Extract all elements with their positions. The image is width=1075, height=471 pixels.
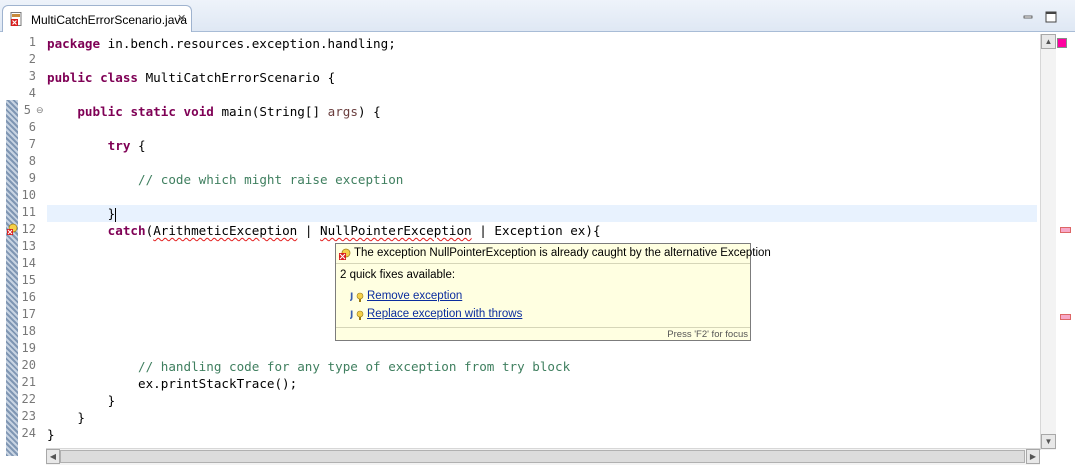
code-text: } [77, 410, 85, 425]
code-line-21: ex.printStackTrace(); [47, 375, 1037, 392]
line-number: 21 [21, 375, 36, 389]
line-number: 6 [28, 120, 36, 134]
keyword: public [77, 104, 123, 119]
line-number: 3 [28, 69, 36, 83]
error-lightbulb-icon [339, 248, 351, 260]
code-line-9: // code which might raise exception [47, 171, 1037, 188]
quick-fix-label[interactable]: Replace exception with throws [367, 308, 522, 320]
line-number: 11 [21, 205, 36, 219]
code-line-7: try { [47, 137, 1037, 154]
error-overview-marker[interactable] [1060, 314, 1071, 320]
scroll-up-icon[interactable]: ▲ [1041, 34, 1056, 49]
text-caret [115, 207, 117, 222]
line-number: 17 [21, 307, 36, 321]
code-text: main(String[] [213, 104, 328, 119]
code-area[interactable]: package in.bench.resources.exception.han… [46, 32, 1038, 448]
code-line-5: public static void main(String[] args) { [47, 103, 1037, 120]
horizontal-scroll-thumb[interactable] [60, 450, 1025, 463]
code-text: } [47, 427, 55, 442]
horizontal-scrollbar[interactable]: ◀ ▶ [46, 448, 1040, 465]
line-number: 13 [21, 239, 36, 253]
quick-fix-popup: The exception NullPointerException is al… [335, 243, 771, 342]
keyword: try [107, 138, 131, 153]
line-number: 2 [28, 52, 36, 66]
line-number: 12 [21, 222, 36, 236]
code-line-23: } [47, 409, 1037, 426]
code-text: in.bench.resources.exception.handling; [100, 36, 396, 51]
line-number: 1 [28, 35, 36, 49]
scroll-right-icon[interactable]: ▶ [1026, 449, 1040, 464]
code-line-11-current: } [47, 205, 1037, 222]
java-fix-icon: J [350, 310, 364, 320]
code-text: { [130, 138, 146, 153]
fold-collapse-icon[interactable]: ⊖ [36, 105, 44, 116]
quick-fix-label[interactable]: Remove exception [367, 290, 462, 302]
tab-label: MultiCatchErrorScenario.java [31, 13, 188, 27]
code-text: } [107, 206, 116, 221]
keyword: class [100, 70, 139, 85]
code-text: | [297, 223, 320, 238]
line-number: 16 [21, 290, 36, 304]
line-number: 7 [28, 137, 36, 151]
svg-text:J: J [350, 310, 353, 320]
code-text: | [471, 223, 495, 238]
popup-error-message: The exception NullPointerException is al… [354, 247, 771, 259]
code-line-1: package in.bench.resources.exception.han… [47, 35, 1037, 52]
line-number: 19 [21, 341, 36, 355]
comment: // handling code for any type of excepti… [138, 359, 571, 374]
line-number: 9 [28, 171, 36, 185]
error-overview-marker[interactable] [1060, 227, 1071, 233]
popup-footer: Press 'F2' for focus [336, 327, 750, 342]
minimize-icon[interactable] [1022, 11, 1034, 23]
scroll-left-icon[interactable]: ◀ [46, 449, 60, 464]
line-number: 5 [23, 103, 31, 117]
keyword: static [130, 104, 176, 119]
code-line-3: public class MultiCatchErrorScenario { [47, 69, 1037, 86]
line-number: 22 [21, 392, 36, 406]
code-text: } [107, 393, 116, 408]
line-number: 8 [28, 154, 36, 168]
code-line-20: // handling code for any type of excepti… [47, 358, 1037, 375]
code-text: ex.printStackTrace(); [138, 376, 298, 391]
maximize-icon[interactable] [1045, 11, 1057, 23]
error-overview-indicator[interactable] [1057, 38, 1067, 48]
keyword: package [47, 36, 101, 51]
line-number: 10 [21, 188, 36, 202]
tab-close-icon[interactable]: ✕ [177, 12, 186, 25]
line-number: 18 [21, 324, 36, 338]
code-text: ) { [357, 104, 381, 119]
line-number: 20 [21, 358, 36, 372]
keyword: void [183, 104, 214, 119]
keyword: catch [107, 223, 146, 238]
svg-text:J: J [350, 292, 353, 302]
vertical-scrollbar[interactable]: ▲ ▼ [1040, 34, 1056, 450]
code-line-22: } [47, 392, 1037, 409]
line-number: 23 [21, 409, 36, 423]
keyword: public [47, 70, 93, 85]
error-token[interactable]: ArithmeticException [153, 223, 297, 238]
line-number: 24 [21, 426, 36, 440]
code-text: MultiCatchErrorScenario { [138, 70, 336, 85]
line-number: 15 [21, 273, 36, 287]
code-line-12: catch(ArithmeticException | NullPointerE… [47, 222, 1037, 239]
java-file-error-icon [10, 12, 22, 26]
error-token[interactable]: NullPointerException [320, 223, 472, 238]
comment: // code which might raise exception [138, 172, 404, 187]
focus-hint: Press 'F2' for focus [667, 329, 748, 340]
tab-multicatch-java[interactable]: MultiCatchErrorScenario.java ✕ [2, 5, 192, 32]
divider [336, 263, 750, 264]
editor-tab-bar: MultiCatchErrorScenario.java ✕ [0, 0, 1075, 32]
vertical-ruler: 1 2 3 4 5 ⊖ 6 7 8 9 10 11 12 13 14 15 16… [0, 32, 46, 456]
scroll-down-icon[interactable]: ▼ [1041, 434, 1056, 449]
line-number: 4 [28, 86, 36, 100]
java-fix-icon: J [350, 292, 364, 302]
quick-fix-count: 2 quick fixes available: [340, 269, 456, 281]
parameter-name: args [327, 104, 358, 119]
code-text: Exception ex){ [494, 223, 601, 238]
line-number: 14 [21, 256, 36, 270]
code-line-24: } [47, 426, 1037, 443]
